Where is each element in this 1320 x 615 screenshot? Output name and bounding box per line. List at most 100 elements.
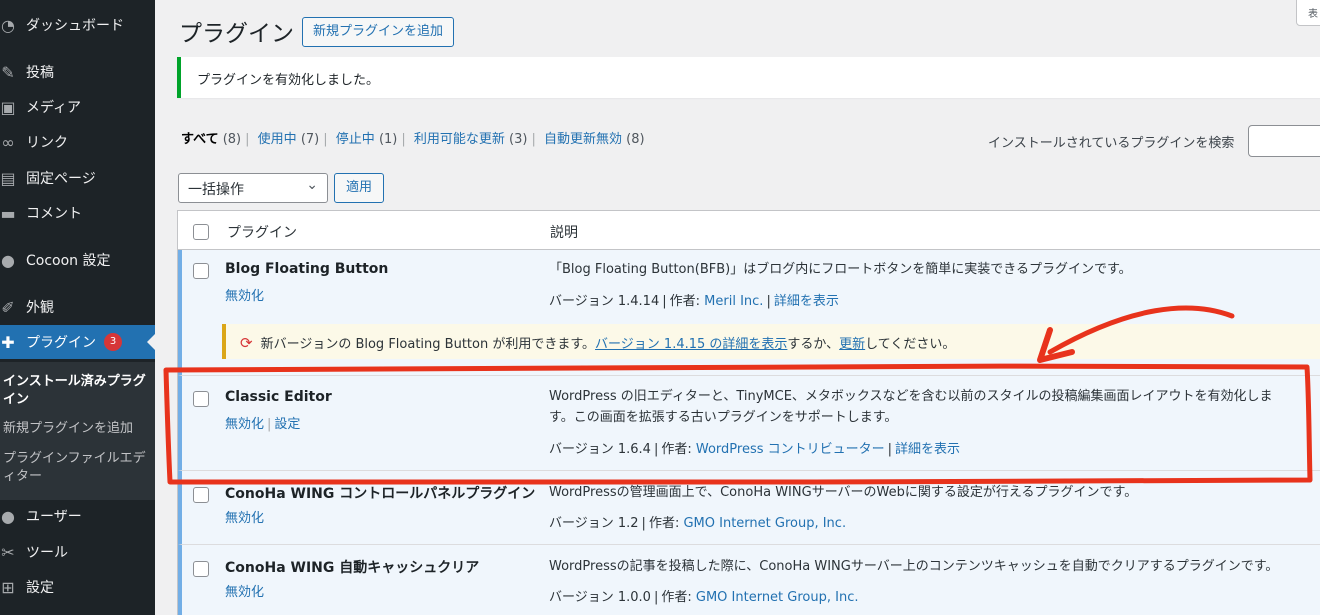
menu-users[interactable]: ● ユーザー [0, 499, 155, 533]
filter-count: (8) [222, 132, 242, 147]
author-link[interactable]: WordPress コントリビューター [696, 442, 885, 457]
menu-cocoon-settings[interactable]: ● Cocoon 設定 [0, 243, 155, 277]
deactivate-link[interactable]: 無効化 [225, 289, 264, 304]
filter-auto-update-disabled[interactable]: 自動更新無効 [544, 132, 622, 147]
pin-icon: ✎ [1, 62, 15, 82]
screen-options-tab[interactable]: 表 [1296, 0, 1320, 26]
page-title: プラグイン [179, 21, 294, 47]
submenu-plugin-editor[interactable]: プラグインファイルエディター [3, 450, 151, 486]
plugin-actions: 無効化 [225, 507, 264, 526]
plugin-icon: ✚ [1, 332, 15, 352]
author-link[interactable]: GMO Internet Group, Inc. [696, 590, 859, 605]
menu-pages[interactable]: ▤ 固定ページ [0, 161, 155, 195]
menu-comments[interactable]: ▬ コメント [0, 196, 155, 230]
author-prefix: 作者: [669, 294, 701, 309]
table-header: プラグイン 説明 [178, 211, 1320, 250]
add-new-plugin-button[interactable]: 新規プラグインを追加 [302, 17, 455, 47]
plugins-submenu: インストール済みプラグイン 新規プラグインを追加 プラグインファイルエディター [0, 362, 155, 500]
row-checkbox[interactable] [193, 263, 209, 279]
menu-label: リンク [26, 135, 68, 151]
filter-count: (3) [509, 132, 528, 147]
appearance-icon: ✐ [1, 297, 15, 317]
menu-appearance[interactable]: ✐ 外観 [0, 290, 155, 324]
update-text: してください。 [865, 337, 956, 352]
deactivate-link[interactable]: 無効化 [225, 417, 264, 432]
activation-notice: プラグインを有効化しました。 [177, 57, 1320, 98]
column-plugin: プラグイン [227, 225, 297, 241]
plugin-search-input[interactable] [1248, 125, 1320, 157]
plugin-version: バージョン 1.6.4 [549, 442, 651, 457]
menu-label: ユーザー [26, 509, 82, 525]
author-link[interactable]: Meril Inc. [704, 294, 763, 309]
plugin-description: WordPressの記事を投稿した際に、ConoHa WINGサーバー上のコンテ… [549, 559, 1279, 574]
filter-update-available[interactable]: 利用可能な更新 [414, 132, 505, 147]
row-checkbox[interactable] [193, 391, 209, 407]
settings-link[interactable]: 設定 [274, 417, 300, 432]
update-text: 新バージョンの Blog Floating Button が利用できます。 [260, 337, 596, 352]
menu-label: ダッシュボード [26, 18, 124, 34]
plugin-meta: バージョン 1.4.14 | 作者: Meril Inc. | 詳細を表示 [549, 294, 839, 309]
cocoon-icon: ● [1, 250, 15, 270]
author-prefix: 作者: [661, 442, 692, 457]
details-link[interactable]: 詳細を表示 [895, 442, 960, 457]
menu-settings[interactable]: ⊞ 設定 [0, 570, 155, 604]
plugin-actions: 無効化 | 設定 [225, 417, 301, 432]
menu-label: ツール [26, 545, 68, 561]
table-row: ConoHa WING コントロールパネルプラグイン 無効化 WordPress… [178, 471, 1320, 545]
menu-posts[interactable]: ✎ 投稿 [0, 55, 155, 89]
update-text: するか、 [787, 337, 840, 352]
update-count-badge: 3 [104, 333, 122, 351]
select-all-checkbox[interactable] [193, 224, 209, 240]
menu-label: メディア [26, 100, 82, 116]
plugin-name: ConoHa WING コントロールパネルプラグイン [225, 486, 536, 502]
details-link[interactable]: 詳細を表示 [774, 294, 839, 309]
plugin-version: バージョン 1.0.0 [549, 590, 651, 605]
author-prefix: 作者: [661, 590, 692, 605]
menu-tools[interactable]: ✂ ツール [0, 535, 155, 569]
author-prefix: 作者: [648, 516, 680, 531]
table-row: ConoHa WING 自動キャッシュクリア 無効化 WordPressの記事を… [178, 545, 1320, 615]
plugin-meta: バージョン 1.6.4 | 作者: WordPress コントリビューター | 詳細を表… [549, 442, 961, 457]
plugin-meta: バージョン 1.0.0 | 作者: GMO Internet Group, Inc. [549, 590, 859, 605]
filter-all[interactable]: すべて [181, 132, 219, 147]
row-checkbox[interactable] [193, 487, 209, 503]
apply-button[interactable]: 適用 [334, 173, 385, 203]
filter-active[interactable]: 使用中 [258, 132, 297, 147]
dashboard-icon: ◔ [1, 15, 15, 35]
search-label: インストールされているプラグインを検索 [988, 136, 1235, 151]
deactivate-link[interactable]: 無効化 [225, 585, 264, 600]
user-icon: ● [1, 506, 15, 526]
settings-icon: ⊞ [1, 577, 15, 597]
plugin-actions: 無効化 [225, 285, 264, 304]
submenu-installed-plugins[interactable]: インストール済みプラグイン [3, 373, 151, 409]
plugins-table: プラグイン 説明 Blog Floating Button 無効化 「Blog … [177, 210, 1320, 615]
menu-label: 投稿 [26, 65, 54, 81]
menu-dashboard[interactable]: ◔ ダッシュボード [0, 8, 155, 42]
menu-label: コメント [26, 206, 82, 222]
filter-inactive[interactable]: 停止中 [336, 132, 375, 147]
author-link[interactable]: GMO Internet Group, Inc. [683, 516, 846, 531]
menu-links[interactable]: ∞ リンク [0, 125, 155, 159]
status-filters: すべて (8) | 使用中 (7) | 停止中 (1) | 利用可能な更新 (3) | … [181, 132, 645, 147]
tool-icon: ✂ [1, 542, 15, 562]
submenu-add-plugin[interactable]: 新規プラグインを追加 [3, 420, 151, 438]
menu-media[interactable]: ▣ メディア [0, 90, 155, 124]
menu-label: プラグイン [26, 335, 96, 351]
update-now-link[interactable]: 更新 [839, 337, 865, 352]
row-checkbox[interactable] [193, 561, 209, 577]
plugin-name: ConoHa WING 自動キャッシュクリア [225, 560, 480, 576]
bulk-action-value: 一括操作 [188, 182, 244, 198]
menu-label: 外観 [26, 300, 54, 316]
chevron-down-icon: ⌄ [306, 177, 318, 193]
bulk-action-select[interactable]: 一括操作 ⌄ [178, 173, 328, 203]
filter-count: (1) [378, 132, 398, 147]
plugin-description: WordPress の旧エディターと、TinyMCE、メタボックスなどを含む以前… [549, 389, 1273, 425]
menu-plugins[interactable]: ✚ プラグイン 3 [0, 325, 155, 359]
menu-label: 固定ページ [26, 171, 96, 187]
media-icon: ▣ [0, 97, 16, 117]
deactivate-link[interactable]: 無効化 [225, 511, 264, 526]
main-content: プラグイン 新規プラグインを追加 表 プラグインを有効化しました。 すべて (8… [155, 0, 1320, 615]
view-version-details-link[interactable]: バージョン 1.4.15 の詳細を表示 [595, 337, 787, 352]
plugin-version: バージョン 1.4.14 [549, 294, 660, 309]
plugin-version: バージョン 1.2 [549, 516, 639, 531]
